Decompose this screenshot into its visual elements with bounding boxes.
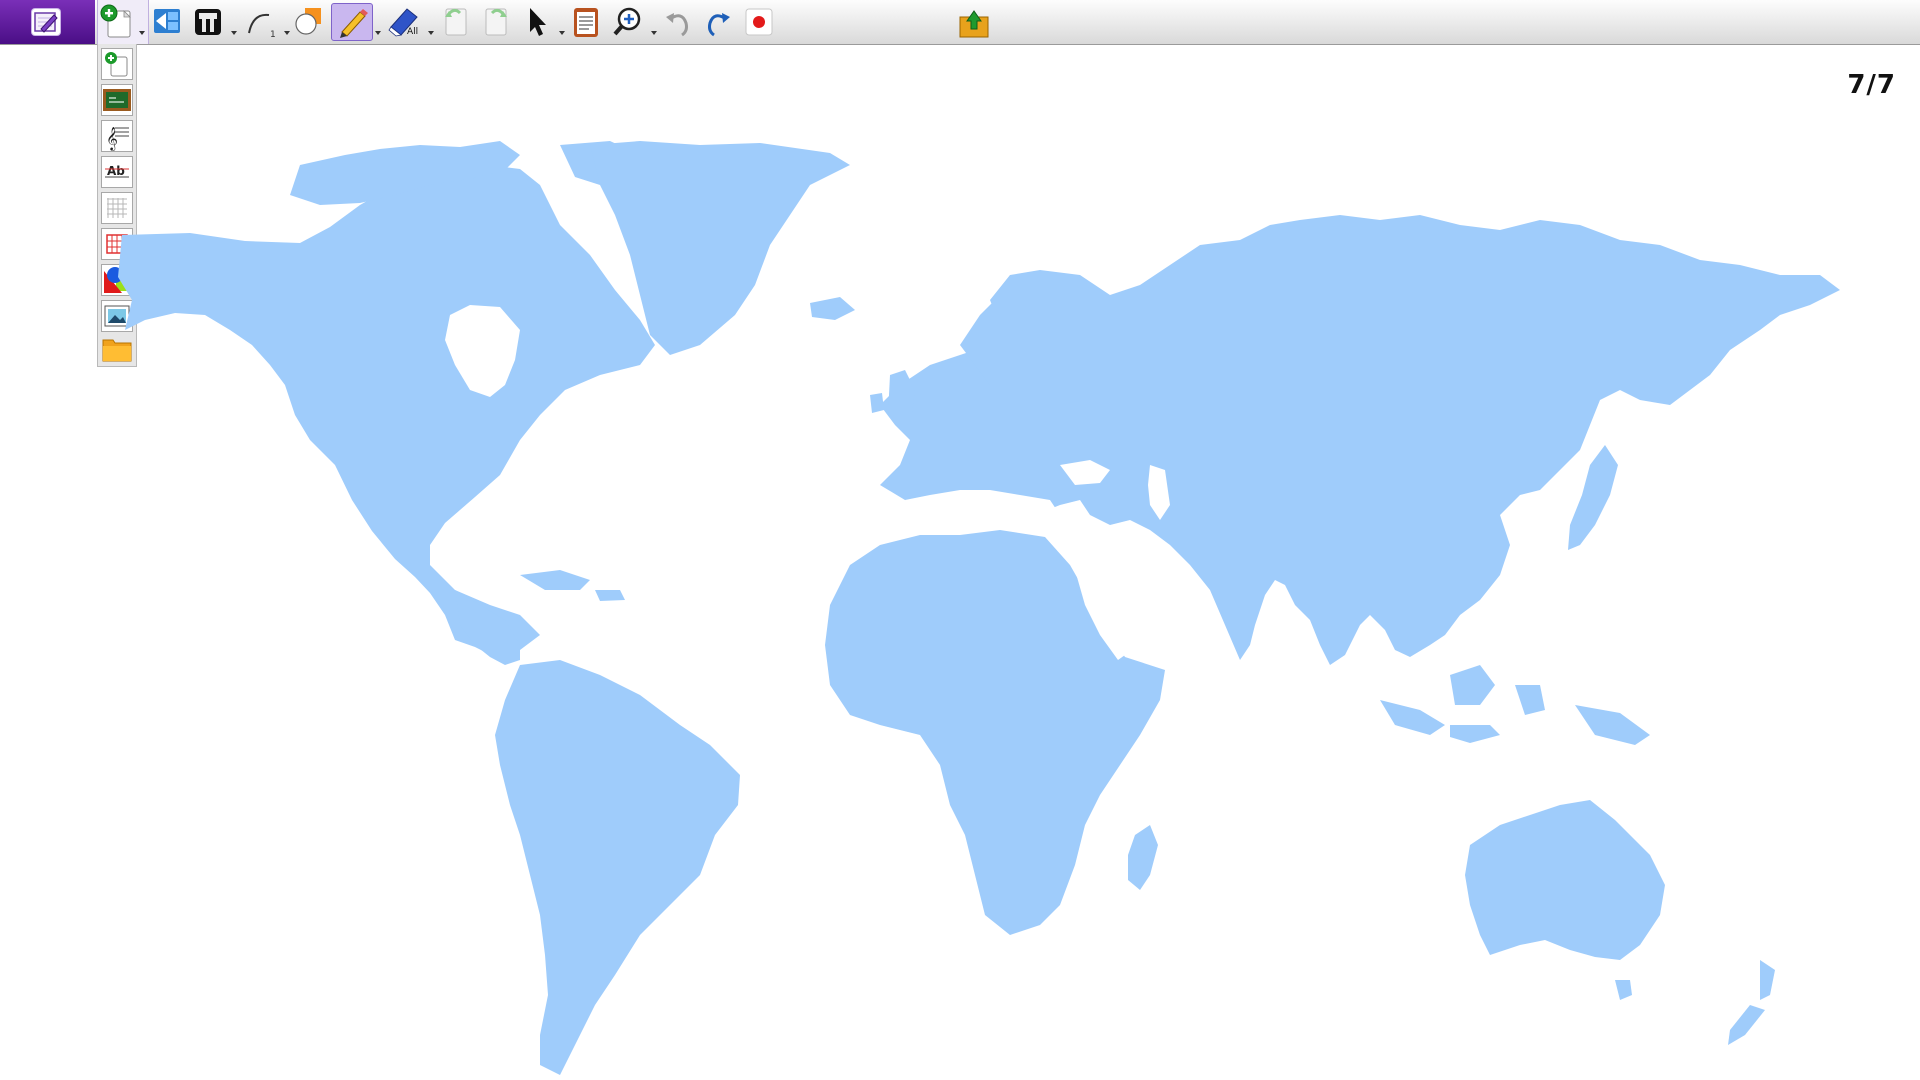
page-back-icon xyxy=(445,8,467,36)
background-icon xyxy=(154,9,180,33)
select-tool-button[interactable] xyxy=(520,3,554,41)
record-button[interactable] xyxy=(742,3,776,41)
line-dropdown-caret[interactable] xyxy=(284,31,290,35)
eraser-dropdown-caret[interactable] xyxy=(428,31,434,35)
app-menu-button[interactable] xyxy=(0,0,95,44)
save-icon xyxy=(959,10,989,38)
redo-icon xyxy=(708,13,730,37)
line-icon: 1 xyxy=(248,13,276,40)
shape-tool-button[interactable] xyxy=(291,3,327,41)
page-list-button[interactable] xyxy=(568,3,604,41)
app-logo-icon xyxy=(32,9,60,35)
eraser-tool-button[interactable]: All xyxy=(385,3,425,41)
clipboard-icon xyxy=(574,8,598,37)
new-page-icon xyxy=(100,4,131,38)
new-page-button[interactable] xyxy=(97,0,149,44)
zoom-button[interactable] xyxy=(610,3,646,41)
undo-button[interactable] xyxy=(660,3,696,41)
next-page-button[interactable] xyxy=(478,3,514,41)
pen-tool-button[interactable] xyxy=(331,3,373,41)
pen-dropdown-caret[interactable] xyxy=(375,31,381,35)
line-tool-button[interactable]: 1 xyxy=(243,3,279,41)
whiteboard-app: 1 All 𝄞 Ab 7/7 xyxy=(0,0,1920,1080)
world-map xyxy=(118,141,1840,1075)
undo-icon xyxy=(666,13,688,37)
select-dropdown-caret[interactable] xyxy=(559,31,565,35)
background-button[interactable] xyxy=(150,3,186,41)
africa xyxy=(825,530,1165,935)
redo-button[interactable] xyxy=(700,3,736,41)
previous-page-button[interactable] xyxy=(438,3,474,41)
stamp-icon xyxy=(195,9,221,35)
cursor-icon xyxy=(530,8,546,36)
new-page-dropdown-caret[interactable] xyxy=(139,31,145,35)
pen-icon xyxy=(340,9,368,38)
main-toolbar: 1 All xyxy=(0,0,1920,45)
record-icon xyxy=(745,8,773,36)
zoom-icon xyxy=(613,7,641,36)
whiteboard-canvas[interactable] xyxy=(0,45,1920,1080)
page-forward-icon xyxy=(485,8,507,36)
eraser-all-label: All xyxy=(407,27,419,37)
australia xyxy=(1465,800,1665,960)
shape-icon xyxy=(295,8,321,35)
svg-text:1: 1 xyxy=(270,30,276,40)
stamp-button[interactable] xyxy=(190,3,226,41)
stamp-dropdown-caret[interactable] xyxy=(231,31,237,35)
eraser-icon xyxy=(388,8,418,37)
south-america xyxy=(495,660,740,1075)
zoom-dropdown-caret[interactable] xyxy=(651,31,657,35)
save-button[interactable] xyxy=(955,3,993,41)
